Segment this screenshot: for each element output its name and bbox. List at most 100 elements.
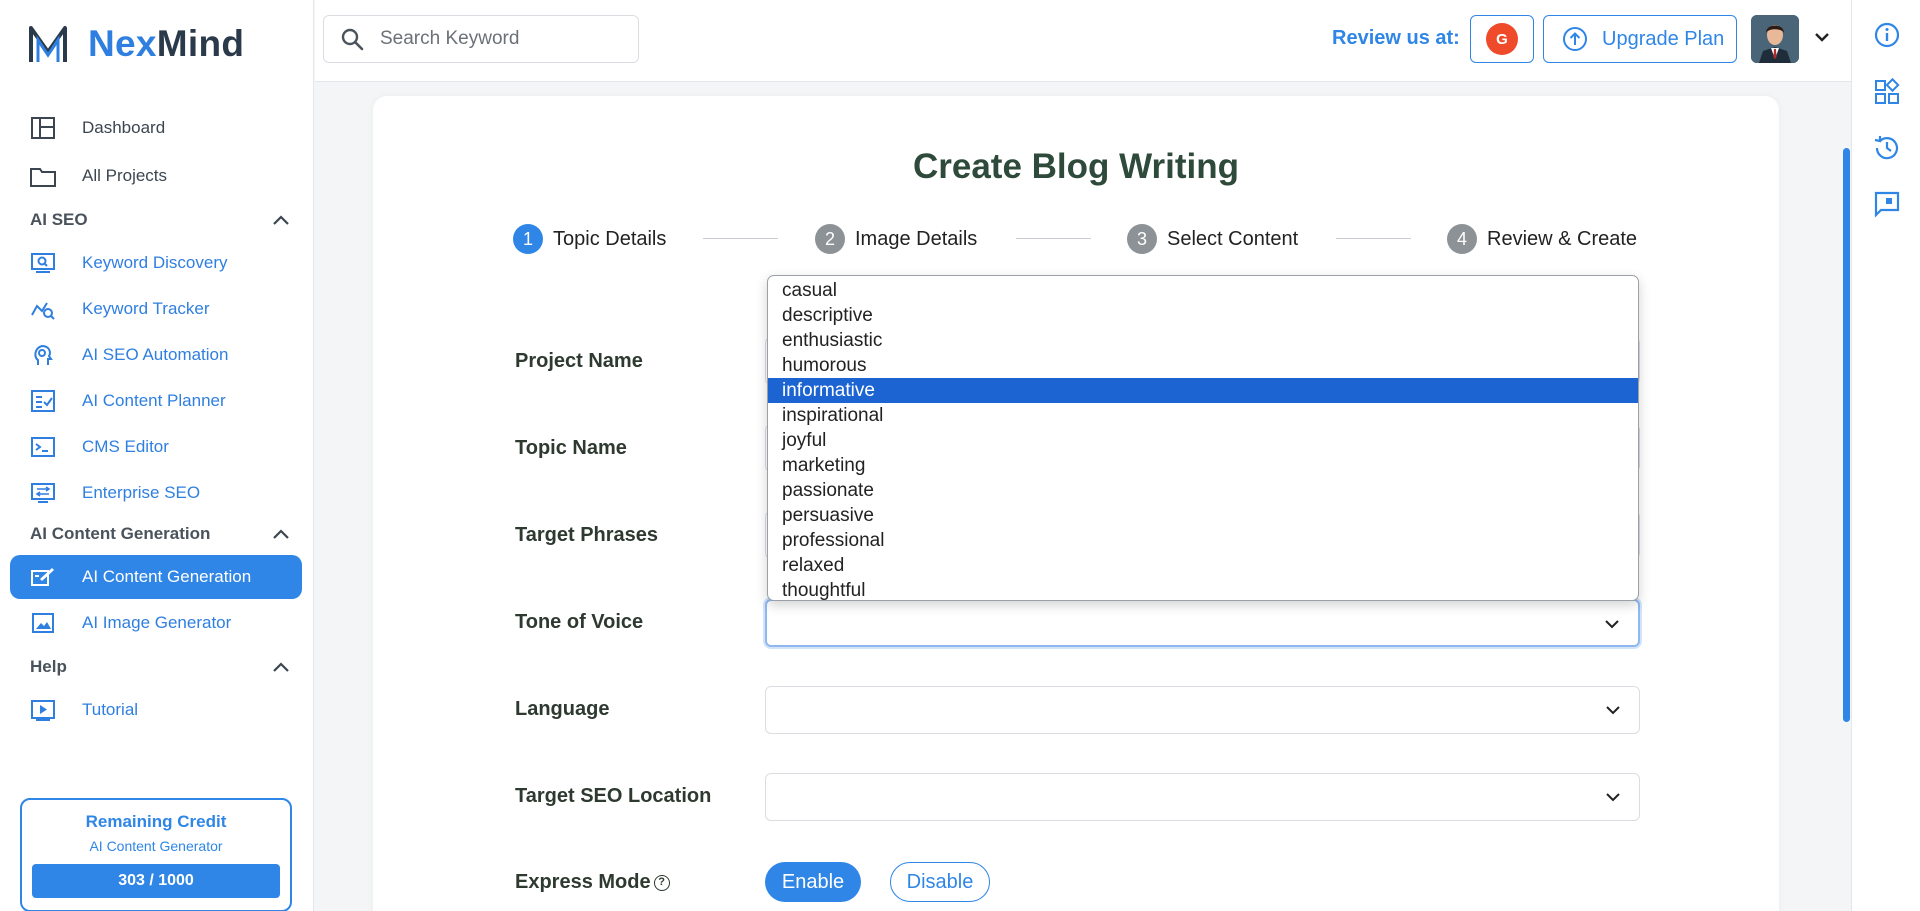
review-label: Review us at:: [1332, 27, 1460, 49]
sidebar-item-keyword-discovery[interactable]: Keyword Discovery: [10, 241, 302, 285]
avatar[interactable]: [1751, 15, 1799, 63]
sidebar-item-keyword-tracker[interactable]: Keyword Tracker: [10, 287, 302, 331]
step-number: 1: [513, 224, 543, 254]
dropdown-option[interactable]: joyful: [768, 428, 1638, 453]
sidebar-item-ai-image-generator[interactable]: AI Image Generator: [10, 601, 302, 645]
chevron-down-icon[interactable]: [1812, 30, 1832, 44]
language-label: Language: [515, 698, 610, 720]
page-title: Create Blog Writing: [912, 147, 1240, 186]
credit-subtitle: AI Content Generator: [89, 838, 223, 854]
feedback-icon: [1874, 191, 1900, 218]
tutorial-icon: [30, 698, 56, 722]
topic-name-label: Topic Name: [515, 437, 627, 459]
step-review-create[interactable]: 4 Review & Create: [1447, 224, 1637, 254]
arrow-up-circle-icon: [1563, 27, 1587, 51]
step-label: Review & Create: [1487, 227, 1638, 250]
dropdown-option[interactable]: casual: [768, 278, 1638, 303]
express-mode-text: Express Mode: [515, 871, 651, 893]
credit-title: Remaining Credit: [85, 812, 227, 831]
step-number: 3: [1127, 224, 1157, 254]
info-icon: [1874, 22, 1900, 48]
sidebar-item-label: Keyword Discovery: [82, 253, 228, 272]
chevron-up-icon: [273, 662, 289, 672]
dropdown-option[interactable]: thoughtful: [768, 578, 1638, 600]
sidebar-item-dashboard[interactable]: Dashboard: [10, 106, 302, 150]
sidebar-item-label: CMS Editor: [82, 437, 169, 456]
credit-value: 303 / 1000: [32, 864, 280, 898]
top-header: Review us at: G Upgrade Plan: [315, 0, 1851, 82]
step-connector: [1336, 238, 1411, 239]
dropdown-option[interactable]: descriptive: [768, 303, 1638, 328]
sidebar-item-ai-content-generation[interactable]: AI Content Generation: [10, 555, 302, 599]
search-box[interactable]: [323, 15, 639, 63]
sidebar-item-ai-seo-automation[interactable]: AI SEO Automation: [10, 333, 302, 377]
brand-name: NexMind: [88, 23, 245, 64]
keyword-discovery-icon: [30, 251, 56, 275]
scrollbar-thumb[interactable]: [1843, 148, 1850, 722]
dropdown-option[interactable]: marketing: [768, 453, 1638, 478]
chevron-up-icon: [273, 215, 289, 225]
step-label: Topic Details: [553, 227, 667, 250]
dropdown-option[interactable]: passionate: [768, 478, 1638, 503]
sidebar-item-label: AI Content Planner: [82, 391, 226, 410]
image-generator-icon: [30, 611, 56, 635]
step-label: Image Details: [855, 227, 978, 250]
sidebar-item-label: AI Content Generation: [82, 567, 252, 586]
section-title: AI Content Generation: [30, 524, 211, 543]
target-seo-location-select[interactable]: [765, 773, 1640, 821]
step-label: Select Content: [1167, 227, 1299, 250]
cms-editor-icon: [30, 435, 56, 459]
sidebar-item-tutorial[interactable]: Tutorial: [10, 688, 302, 732]
chevron-up-icon: [273, 529, 289, 539]
dropdown-option[interactable]: enthusiastic: [768, 328, 1638, 353]
tone-of-voice-select[interactable]: [765, 599, 1640, 647]
express-mode-label: Express Mode?: [515, 871, 670, 894]
language-select[interactable]: [765, 686, 1640, 734]
dropdown-option[interactable]: professional: [768, 528, 1638, 553]
dropdown-option[interactable]: humorous: [768, 353, 1638, 378]
help-icon[interactable]: ?: [653, 874, 670, 891]
sidebar-item-ai-content-planner[interactable]: AI Content Planner: [10, 379, 302, 423]
tone-of-voice-dropdown-list[interactable]: casual descriptive enthusiastic humorous inf…: [767, 275, 1639, 601]
chevron-down-icon: [1606, 793, 1620, 802]
apps-button[interactable]: [1872, 77, 1902, 107]
nexmind-logo-icon: [29, 26, 67, 62]
dropdown-option[interactable]: persuasive: [768, 503, 1638, 528]
upgrade-plan-button[interactable]: Upgrade Plan: [1543, 15, 1737, 63]
feedback-button[interactable]: [1872, 189, 1902, 219]
sidebar-item-label: Tutorial: [82, 700, 139, 719]
enterprise-seo-icon: [30, 481, 56, 505]
sidebar-item-label: AI Image Generator: [82, 613, 232, 632]
dropdown-option[interactable]: relaxed: [768, 553, 1638, 578]
sidebar-item-enterprise-seo[interactable]: Enterprise SEO: [10, 471, 302, 515]
content-planner-icon: [30, 389, 56, 413]
dropdown-option[interactable]: informative: [768, 378, 1638, 403]
step-connector: [703, 238, 778, 239]
upgrade-plan-label: Upgrade Plan: [1602, 27, 1725, 50]
apps-icon: [1875, 77, 1900, 104]
remaining-credit-card: Remaining Credit AI Content Generator 30…: [20, 798, 292, 911]
dropdown-option[interactable]: inspirational: [768, 403, 1638, 428]
step-topic-details[interactable]: 1 Topic Details: [513, 224, 666, 254]
right-rail: [1851, 0, 1920, 911]
target-phrases-label: Target Phrases: [515, 524, 659, 546]
section-ai-seo[interactable]: AI SEO: [30, 207, 290, 233]
section-help[interactable]: Help: [30, 654, 290, 680]
section-ai-content-generation[interactable]: AI Content Generation: [30, 521, 290, 547]
disable-button[interactable]: Disable: [890, 862, 990, 902]
sidebar-item-label: AI SEO Automation: [82, 345, 229, 364]
enable-button[interactable]: Enable: [765, 862, 861, 902]
keyword-tracker-icon: [30, 297, 56, 321]
sidebar: NexMind Dashboard All Projects AI SEO Ke…: [0, 0, 314, 911]
g2-review-button[interactable]: G: [1470, 15, 1534, 63]
sidebar-item-label: Enterprise SEO: [82, 483, 201, 502]
step-image-details[interactable]: 2 Image Details: [815, 224, 977, 254]
step-select-content[interactable]: 3 Select Content: [1127, 224, 1298, 254]
sidebar-item-cms-editor[interactable]: CMS Editor: [10, 425, 302, 469]
sidebar-item-label: Dashboard: [82, 118, 166, 137]
search-icon: [341, 28, 364, 51]
user-avatar-icon: [1751, 15, 1799, 63]
search-input[interactable]: [380, 28, 620, 50]
info-button[interactable]: [1872, 20, 1902, 50]
brand-logo[interactable]: NexMind: [28, 22, 244, 66]
